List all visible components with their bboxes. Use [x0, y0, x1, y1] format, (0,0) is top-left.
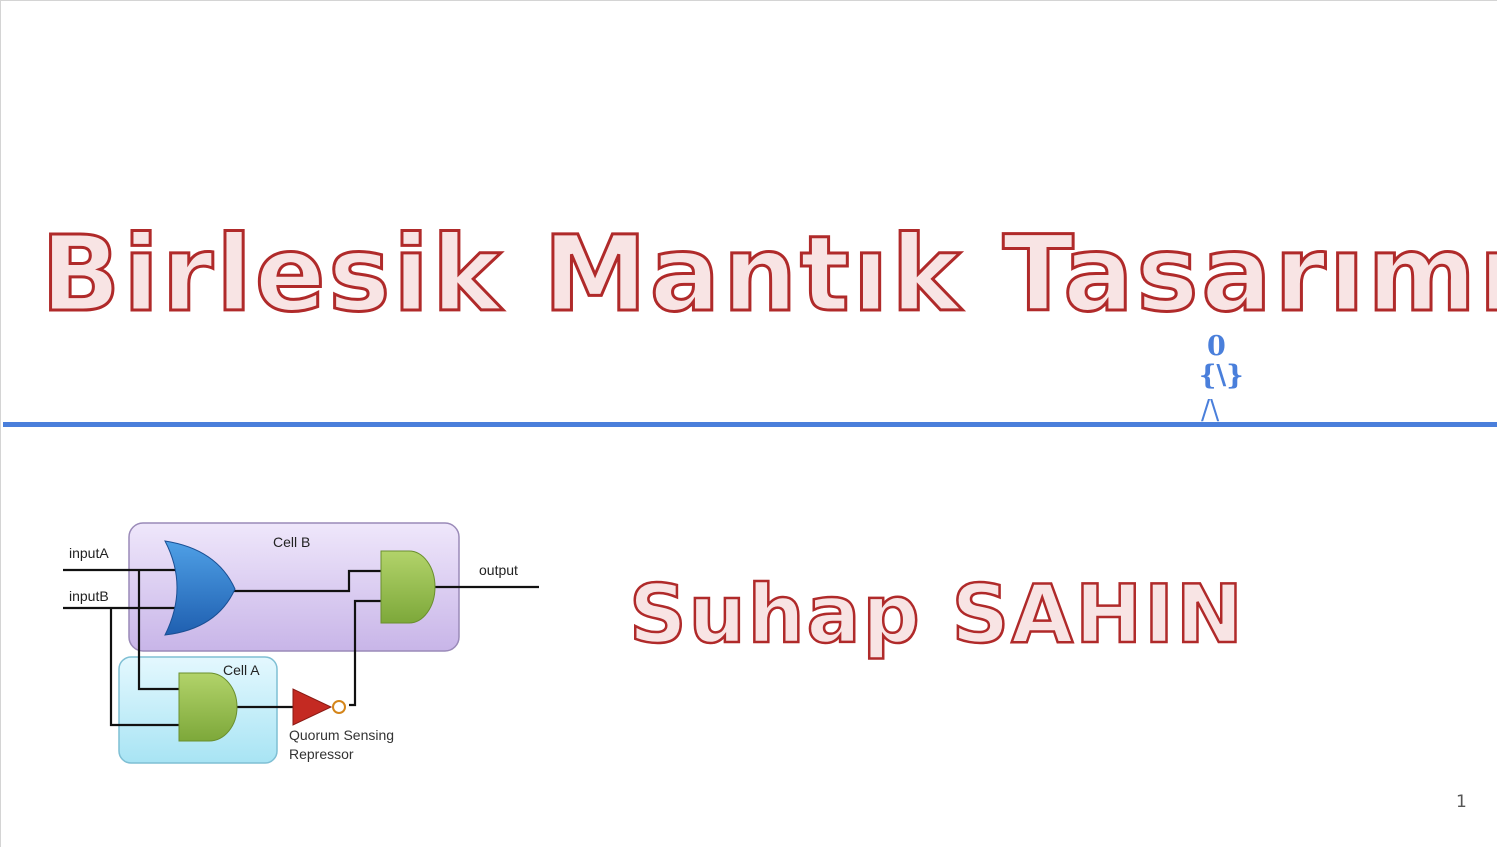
cell-a-label: Cell A [223, 662, 260, 678]
repressor-label-line2: Repressor [289, 746, 354, 762]
logic-circuit-diagram: Cell B Cell A inputA inputB output Quoru… [63, 522, 539, 764]
page-number: 1 [1456, 792, 1467, 812]
figure-legs: /\ [1201, 395, 1220, 426]
repressor-label-line1: Quorum Sensing [289, 727, 394, 743]
slide: Birlesik Mantık Tasarımı 0 {\} /\ Cell B… [0, 0, 1497, 847]
slide-title: Birlesik Mantık Tasarımı [40, 212, 1497, 337]
input-a-label: inputA [69, 545, 109, 561]
figure-body: {\} [1199, 360, 1244, 391]
cell-b-label: Cell B [273, 534, 310, 550]
title-divider [3, 422, 1497, 427]
and-gate-b [380, 550, 436, 624]
output-label: output [479, 562, 518, 578]
and-gate-a [178, 672, 238, 742]
repressor-bubble [332, 700, 346, 714]
author-name: Suhap SAHIN [628, 567, 1245, 663]
input-b-label: inputB [69, 588, 109, 604]
figure-head: 0 [1207, 331, 1226, 362]
repressor-gate [292, 688, 333, 726]
